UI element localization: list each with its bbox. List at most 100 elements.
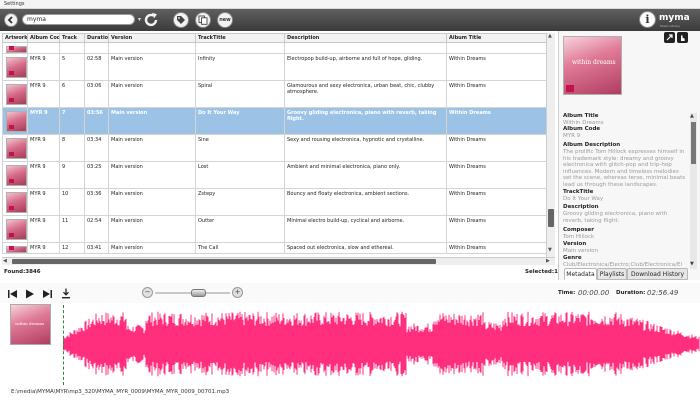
volume-up-button[interactable]: + xyxy=(232,287,243,298)
cell-title: Do It Your Way xyxy=(195,107,285,135)
tab-download-history[interactable]: Download History xyxy=(627,268,688,280)
column-header-version[interactable]: Version xyxy=(108,33,196,43)
cell-album-code xyxy=(27,42,60,54)
time-label: Time: xyxy=(558,290,576,296)
cell-album-code: MYR 9 xyxy=(27,107,60,135)
column-header-description[interactable]: Description xyxy=(284,33,447,43)
cell-album-code: MYR 9 xyxy=(27,80,60,108)
volume-slider[interactable] xyxy=(155,289,230,297)
skip-forward-icon[interactable] xyxy=(41,289,53,299)
column-header-duration[interactable]: Duration xyxy=(84,33,109,43)
cell-title: Infinity xyxy=(195,53,285,81)
search-input[interactable]: myma ▾ xyxy=(22,14,141,25)
player-album-art-caption: within dreams xyxy=(15,321,45,326)
refresh-button[interactable] xyxy=(142,11,160,29)
duration-value: 02:56.49 xyxy=(647,289,679,297)
cell-album-code: MYR 9 xyxy=(27,134,60,162)
metadata-scroll-up-icon[interactable]: ▲ xyxy=(690,113,694,119)
metadata-scrollbar[interactable]: ▲ ▼ xyxy=(690,113,697,269)
cell-duration: 03:25 xyxy=(84,161,109,189)
table-row[interactable]: MYR 9 12 03:41 Main version The Call Spaced o… xyxy=(2,242,555,254)
scroll-down-icon[interactable]: ▼ xyxy=(548,247,554,255)
cell-track: 6 xyxy=(59,80,85,108)
expand-button[interactable] xyxy=(664,32,675,43)
metadata-scroll-down-icon[interactable]: ▼ xyxy=(690,261,694,267)
table-row[interactable]: MYR 9 6 03:06 Main version Spiral Glamourous … xyxy=(2,80,555,108)
cell-artwork xyxy=(2,161,28,189)
cell-artwork xyxy=(2,42,28,54)
player-album-art: within dreams xyxy=(10,304,51,345)
back-button[interactable] xyxy=(4,13,18,27)
metadata-value: The prolific Tom Hillock expresses himse… xyxy=(563,149,686,188)
waveform[interactable] xyxy=(63,303,700,385)
cell-version: Main version xyxy=(108,215,196,243)
metadata-value: Groovy gliding electronica, piano with r… xyxy=(563,211,668,224)
cell-duration: 03:56 xyxy=(84,107,109,135)
scroll-left-icon[interactable]: ◀ xyxy=(3,258,7,264)
metadata-label: Album Title xyxy=(563,113,599,119)
back-arrow-icon xyxy=(7,16,13,24)
metadata-label: Version xyxy=(563,241,587,247)
table-row[interactable]: MYR 9 7 03:56 Main version Do It Your Way Gro… xyxy=(2,107,555,135)
cell-album-code: MYR 9 xyxy=(27,215,60,243)
metadata-label: Composer xyxy=(563,227,594,233)
cell-album-title xyxy=(446,42,555,54)
track-grid: Artwork Album Code Track Duration Versio… xyxy=(2,33,555,257)
hand-cursor-icon xyxy=(681,35,685,41)
cell-album-code: MYR 9 xyxy=(27,188,60,216)
grid-horizontal-scrollbar[interactable]: ◀ ▶ xyxy=(2,257,555,265)
playhead-marker[interactable] xyxy=(63,305,64,385)
grid-horizontal-scroll-thumb[interactable] xyxy=(12,259,436,264)
column-header-album-title[interactable]: Album Title xyxy=(446,33,555,43)
column-header-track[interactable]: Track xyxy=(59,33,85,43)
tag-icon xyxy=(177,16,185,24)
table-header-row: Artwork Album Code Track Duration Versio… xyxy=(2,33,555,43)
info-button[interactable]: i xyxy=(639,11,656,28)
grid-vertical-scroll-thumb[interactable] xyxy=(548,209,554,227)
table-row[interactable] xyxy=(2,42,555,54)
volume-down-button[interactable]: − xyxy=(142,287,153,298)
cell-track xyxy=(59,42,85,54)
table-row[interactable]: MYR 9 8 03:34 Main version Sine Sexy and rous… xyxy=(2,134,555,162)
copy-button[interactable] xyxy=(195,12,211,28)
skip-back-icon[interactable] xyxy=(7,289,19,299)
metadata-value: Main version xyxy=(563,248,599,254)
tab-playlists[interactable]: Playlists xyxy=(597,268,627,280)
cell-description: Ambient and minimal electronica, piano o… xyxy=(284,161,447,189)
cell-description: Bouncy and floaty electronica, ambient s… xyxy=(284,188,447,216)
column-header-track-title[interactable]: TrackTitle xyxy=(195,33,285,43)
row-album-art xyxy=(6,84,27,105)
table-row[interactable]: MYR 9 11 02:54 Main version Outter Minimal el… xyxy=(2,215,555,243)
window-titlebar: Settings xyxy=(0,0,700,9)
column-header-album-code[interactable]: Album Code xyxy=(27,33,60,43)
cell-title: Spiral xyxy=(195,80,285,108)
table-row[interactable]: MYR 9 9 03:25 Main version Lost Ambient and m… xyxy=(2,161,555,189)
table-row[interactable]: MYR 9 10 03:36 Main version Zstepy Bouncy and… xyxy=(2,188,555,216)
table-row[interactable]: MYR 9 5 02:58 Main version Infinity Electropo… xyxy=(2,53,555,81)
track-table-body: MYR 9 5 02:58 Main version Infinity Electropo… xyxy=(2,42,555,254)
row-album-art xyxy=(6,246,27,253)
play-icon[interactable] xyxy=(25,289,35,299)
new-button[interactable]: new xyxy=(217,12,233,28)
cell-version: Main version xyxy=(108,161,196,189)
grid-vertical-scrollbar[interactable]: ▲ ▼ xyxy=(546,33,555,257)
metadata-scroll-thumb[interactable] xyxy=(691,122,696,164)
cell-track: 5 xyxy=(59,53,85,81)
cell-description: Electropop build-up, airborne and full o… xyxy=(284,53,447,81)
column-header-artwork[interactable]: Artwork xyxy=(2,33,28,43)
album-art-caption: within dreams xyxy=(572,59,616,66)
scroll-right-icon[interactable]: ▶ xyxy=(546,258,550,264)
cell-artwork xyxy=(2,80,28,108)
selected-count: Selected:1 xyxy=(525,269,558,275)
download-track-icon[interactable] xyxy=(61,288,71,299)
tag-button[interactable] xyxy=(173,12,189,28)
cell-album-title: Within Dreams xyxy=(446,53,555,81)
row-album-art xyxy=(6,138,27,159)
volume-slider-thumb[interactable] xyxy=(191,289,206,297)
metadata-value: MYR 9 xyxy=(563,133,581,139)
tab-metadata[interactable]: Metadata xyxy=(564,268,597,280)
download-button[interactable] xyxy=(677,32,688,43)
scroll-up-icon[interactable]: ▲ xyxy=(548,33,554,41)
cell-version: Main version xyxy=(108,188,196,216)
search-dropdown-icon[interactable]: ▾ xyxy=(138,15,141,24)
